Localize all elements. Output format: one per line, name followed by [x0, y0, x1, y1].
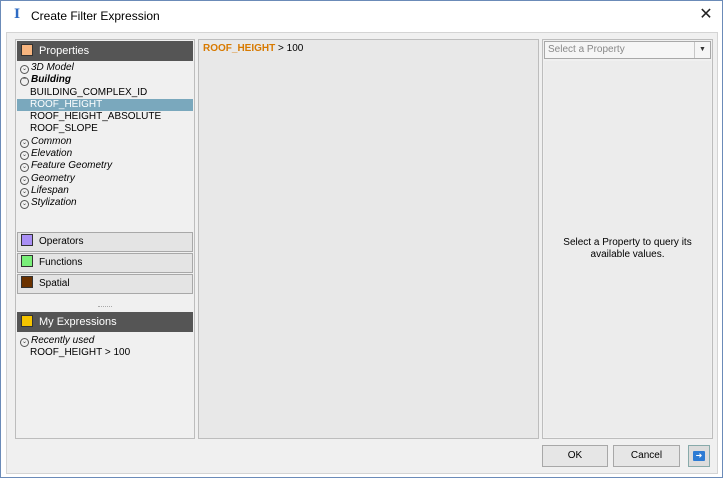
expression-editor[interactable]: ROOF_HEIGHT > 100 [198, 39, 539, 439]
title-bar: I Create Filter Expression ✕ [1, 1, 722, 31]
properties-header[interactable]: Properties [17, 41, 193, 61]
properties-tree: ⌄ 3D Model ⌃ Building BUILDING_COMPLEX_ID … [17, 62, 193, 210]
tree-item-roof-height[interactable]: ROOF_HEIGHT [17, 98, 193, 112]
chevron-down-circle-icon[interactable]: ⌄ [20, 187, 29, 197]
expression-property: ROOF_HEIGHT [203, 43, 276, 54]
tree-item-building[interactable]: ⌃ Building [17, 74, 193, 87]
chevron-down-circle-icon[interactable]: ⌄ [20, 163, 29, 173]
my-expressions-tree: ⌄ Recently used ROOF_HEIGHT > 100 [17, 335, 193, 360]
cancel-button[interactable]: Cancel [613, 445, 680, 467]
chevron-down-circle-icon[interactable]: ⌄ [20, 338, 29, 347]
recent-expression-item[interactable]: ROOF_HEIGHT > 100 [17, 347, 193, 359]
tree-item-stylization[interactable]: ⌄ Stylization [17, 197, 193, 210]
tab-functions[interactable]: Functions [17, 253, 193, 273]
value-hint: Select a Property to query its available… [563, 237, 692, 260]
window-title: Create Filter Expression [31, 9, 160, 23]
my-expressions-color-swatch [21, 315, 33, 327]
property-select[interactable]: Select a Property ▼ [544, 41, 711, 59]
value-list[interactable]: Select a Property to query its available… [544, 61, 711, 437]
my-expressions-header-label: My Expressions [39, 316, 117, 328]
tab-spatial[interactable]: Spatial [17, 274, 193, 294]
my-expressions-header[interactable]: My Expressions [17, 312, 193, 332]
tree-item-common[interactable]: ⌄ Common [17, 136, 193, 148]
tree-item-building-complex-id[interactable]: BUILDING_COMPLEX_ID [17, 87, 193, 99]
left-panel: Properties ⌄ 3D Model ⌃ Building BUILDING_… [15, 39, 195, 439]
property-select-placeholder: Select a Property [548, 44, 625, 55]
expression-operator-value: > 100 [275, 43, 304, 54]
properties-color-swatch [21, 44, 33, 56]
chevron-up-circle-icon[interactable]: ⌃ [20, 77, 29, 87]
tree-item-feature-geometry[interactable]: ⌄ Feature Geometry [17, 160, 193, 173]
caret-down-icon[interactable]: ▼ [694, 42, 710, 58]
export-arrow-icon: ➜ [693, 451, 705, 461]
filter-dialog: I Create Filter Expression ✕ Properties … [0, 0, 723, 478]
tree-item-geometry[interactable]: ⌄ Geometry [17, 173, 193, 185]
tab-operators[interactable]: Operators [17, 232, 193, 252]
chevron-down-circle-icon[interactable]: ⌄ [20, 175, 29, 185]
chevron-down-circle-icon[interactable]: ⌄ [20, 151, 29, 161]
dialog-body: Properties ⌄ 3D Model ⌃ Building BUILDING_… [6, 32, 718, 474]
value-panel: Select a Property ▼ Select a Property to… [542, 39, 713, 439]
chevron-down-circle-icon[interactable]: ⌄ [20, 200, 29, 210]
export-button[interactable]: ➜ [688, 445, 710, 467]
functions-color-swatch [21, 255, 33, 267]
tree-item-lifespan[interactable]: ⌄ Lifespan [17, 185, 193, 197]
tree-item-roof-slope[interactable]: ROOF_SLOPE [17, 123, 193, 135]
tree-item-elevation[interactable]: ⌄ Elevation [17, 148, 193, 161]
panel-splitter[interactable] [98, 306, 112, 308]
tree-item-roof-height-absolute[interactable]: ROOF_HEIGHT_ABSOLUTE [17, 111, 193, 123]
ok-button[interactable]: OK [542, 445, 608, 467]
tab-operators-label: Operators [39, 236, 84, 247]
properties-header-label: Properties [39, 45, 90, 57]
chevron-down-circle-icon[interactable]: ⌄ [20, 138, 29, 148]
tab-functions-label: Functions [39, 257, 83, 268]
chevron-down-circle-icon[interactable]: ⌄ [20, 65, 29, 74]
tree-item-recently-used[interactable]: ⌄ Recently used [17, 335, 193, 347]
operators-color-swatch [21, 234, 33, 246]
tree-item-3d-model[interactable]: ⌄ 3D Model [17, 62, 193, 74]
filter-app-icon: I [13, 7, 21, 22]
spatial-color-swatch [21, 276, 33, 288]
close-icon[interactable]: ✕ [696, 5, 716, 25]
tab-spatial-label: Spatial [39, 278, 70, 289]
expression-text[interactable]: ROOF_HEIGHT > 100 [203, 43, 303, 54]
